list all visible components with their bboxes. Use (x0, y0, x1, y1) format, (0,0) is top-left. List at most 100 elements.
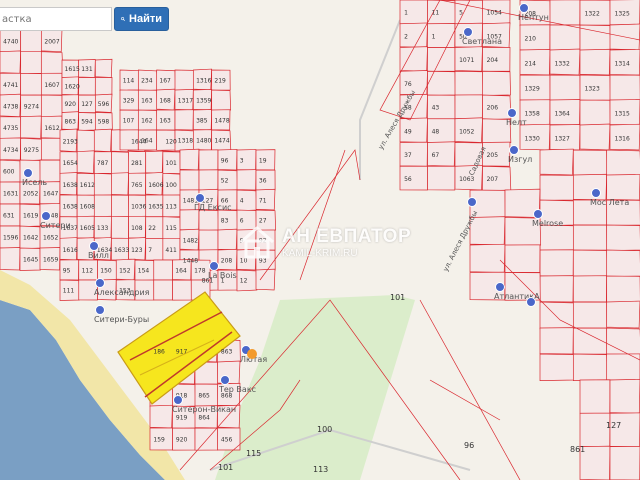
parcel[interactable] (539, 224, 575, 252)
parcel[interactable] (609, 445, 640, 480)
orange-poi-marker[interactable] (247, 349, 257, 359)
poi-marker[interactable] (173, 395, 183, 405)
parcel[interactable] (236, 169, 257, 191)
parcel[interactable] (427, 165, 456, 191)
parcel[interactable] (153, 279, 173, 301)
search-input[interactable] (0, 8, 110, 30)
parcel[interactable] (482, 70, 511, 96)
parcel[interactable] (504, 244, 541, 273)
parcel[interactable] (606, 327, 640, 356)
poi-marker[interactable] (220, 375, 230, 385)
parcel[interactable] (606, 275, 640, 303)
parcel[interactable] (174, 69, 195, 91)
parcel[interactable] (111, 194, 130, 218)
parcel[interactable] (94, 58, 113, 78)
parcel[interactable] (111, 216, 129, 239)
poi-marker[interactable] (495, 282, 505, 292)
poi-marker[interactable] (526, 297, 536, 307)
poi-marker[interactable] (195, 193, 205, 203)
poi-marker[interactable] (591, 188, 601, 198)
poi-marker[interactable] (95, 278, 105, 288)
parcel[interactable] (20, 115, 42, 139)
parcel[interactable] (539, 327, 574, 355)
parcel[interactable] (93, 194, 112, 218)
parcel[interactable] (111, 151, 130, 175)
parcel[interactable] (174, 109, 194, 131)
parcel[interactable] (211, 89, 232, 112)
parcel[interactable] (427, 47, 456, 72)
parcel[interactable] (198, 149, 219, 171)
parcel[interactable] (0, 247, 21, 271)
parcel[interactable] (153, 259, 173, 281)
parcel[interactable] (539, 275, 574, 303)
parcel[interactable] (40, 94, 63, 118)
search-box[interactable] (0, 7, 112, 31)
parcel[interactable] (572, 301, 608, 329)
parcel[interactable] (454, 94, 483, 120)
parcel[interactable] (606, 149, 640, 177)
parcel[interactable] (606, 224, 640, 251)
parcel[interactable] (572, 249, 608, 277)
parcel[interactable] (20, 72, 43, 96)
poi-marker[interactable] (209, 261, 219, 271)
parcel[interactable] (78, 77, 96, 96)
parcel[interactable] (579, 99, 611, 126)
poi-marker[interactable] (463, 27, 473, 37)
parcel[interactable] (539, 148, 574, 176)
parcel[interactable] (549, 74, 581, 101)
parcel[interactable] (539, 249, 574, 277)
parcel[interactable] (606, 174, 640, 201)
poi-marker[interactable] (507, 108, 517, 118)
parcel[interactable] (76, 129, 96, 153)
poi-marker[interactable] (23, 168, 33, 178)
parcel[interactable] (549, 0, 581, 26)
parcel[interactable] (179, 148, 200, 171)
parcel[interactable] (111, 172, 129, 196)
search-button[interactable]: Найти (114, 7, 169, 31)
poi-marker[interactable] (467, 197, 477, 207)
parcel[interactable] (179, 169, 200, 191)
parcel[interactable] (579, 123, 611, 151)
poi-marker[interactable] (519, 3, 529, 13)
parcel[interactable] (0, 50, 22, 74)
parcel[interactable] (609, 74, 640, 101)
parcel[interactable] (145, 150, 164, 174)
parcel[interactable] (40, 51, 64, 75)
poi-marker[interactable] (41, 211, 51, 221)
parcel[interactable] (549, 24, 581, 51)
parcel[interactable] (93, 128, 112, 153)
parcel[interactable] (427, 70, 456, 96)
poi-marker[interactable] (89, 241, 99, 251)
parcel[interactable] (20, 29, 43, 53)
parcel[interactable] (198, 209, 220, 232)
poi-marker[interactable] (509, 145, 519, 155)
parcel[interactable] (93, 172, 113, 197)
parcel[interactable] (579, 379, 611, 414)
parcel[interactable] (149, 404, 173, 429)
parcel[interactable] (198, 229, 219, 251)
parcel[interactable] (572, 149, 608, 176)
parcel[interactable] (172, 279, 192, 301)
parcel[interactable] (469, 243, 506, 273)
parcel[interactable] (572, 173, 608, 201)
parcel[interactable] (539, 353, 575, 382)
poi-marker[interactable] (95, 305, 105, 315)
parcel[interactable] (217, 228, 238, 251)
parcel[interactable] (20, 51, 42, 74)
parcel[interactable] (606, 249, 640, 278)
parcel[interactable] (399, 46, 428, 72)
parcel[interactable] (179, 209, 200, 231)
parcel[interactable] (609, 378, 640, 414)
parcel[interactable] (579, 48, 611, 76)
parcel[interactable] (76, 150, 95, 174)
parcel[interactable] (94, 77, 113, 96)
parcel[interactable] (572, 275, 608, 303)
poi-marker[interactable] (533, 209, 543, 219)
parcel[interactable] (40, 137, 63, 161)
parcel[interactable] (539, 174, 575, 201)
parcel[interactable] (572, 224, 608, 251)
parcel[interactable] (454, 70, 484, 96)
parcel[interactable] (198, 169, 219, 191)
parcel[interactable] (606, 300, 640, 329)
parcel[interactable] (572, 353, 608, 381)
